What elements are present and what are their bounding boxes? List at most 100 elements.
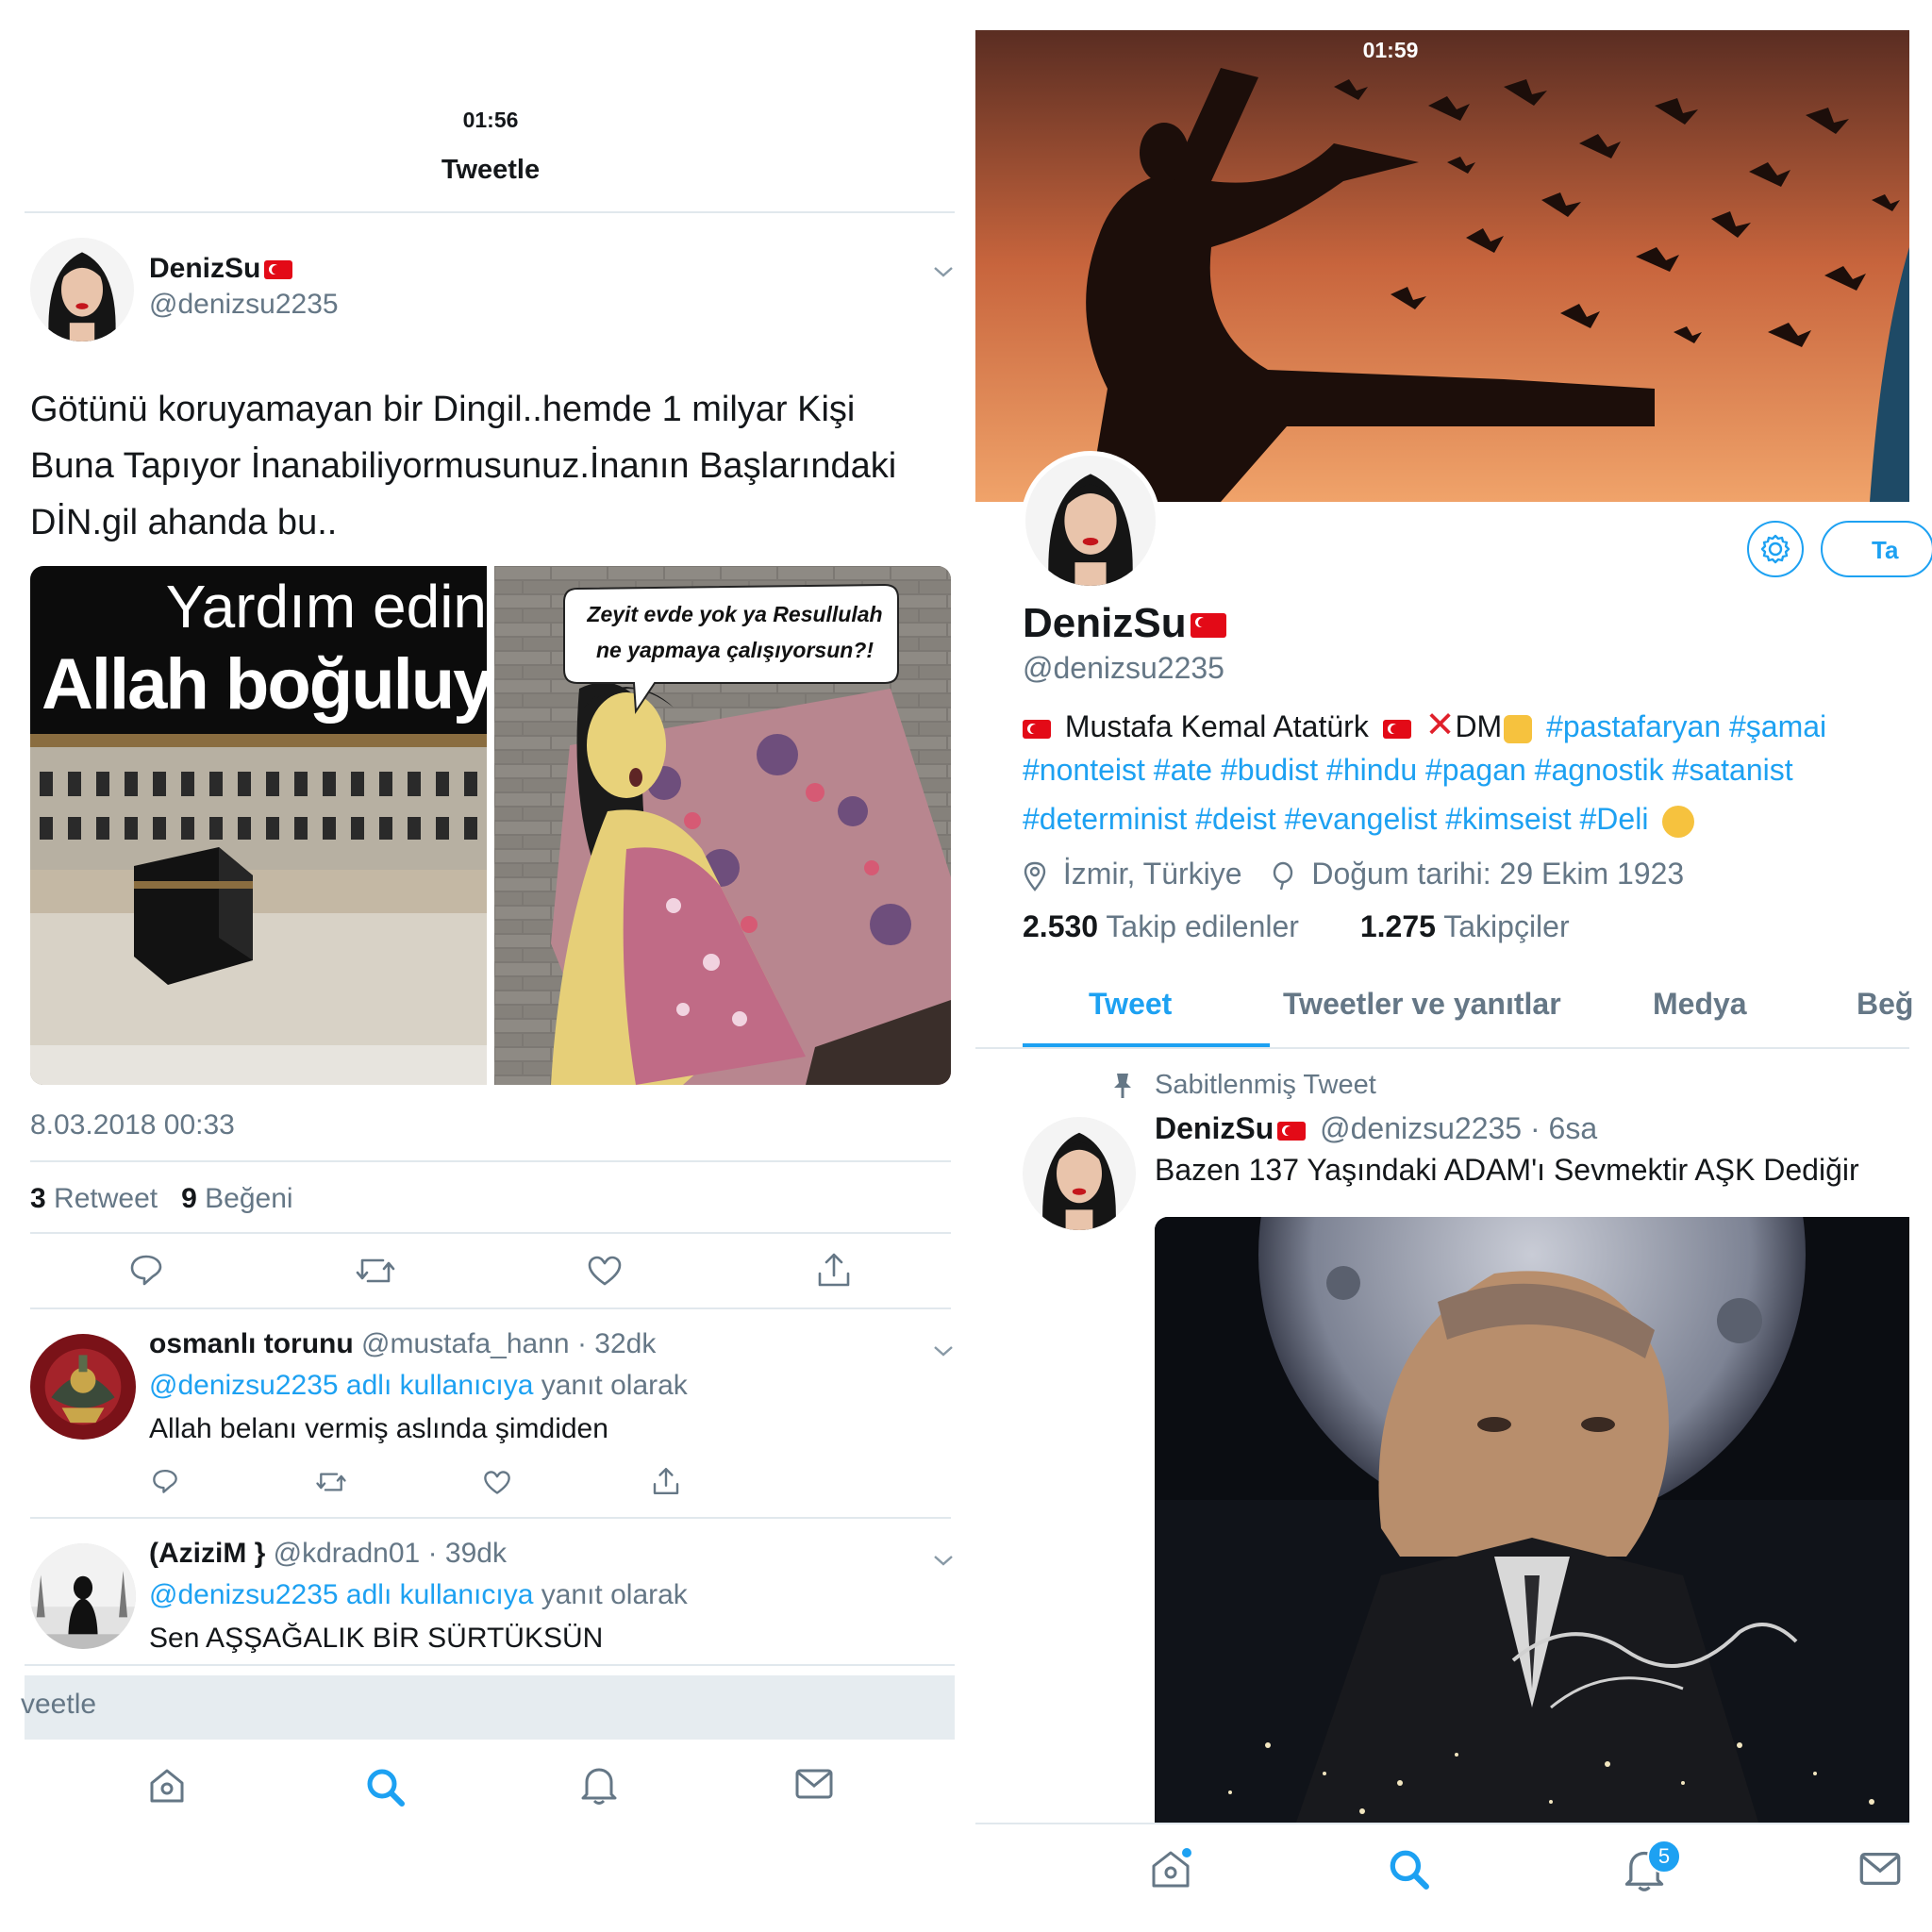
divider bbox=[30, 1517, 951, 1519]
right-screenshot: 01:59 Ta DenizSu @denizsu2235 Mustafa Ke… bbox=[975, 0, 1932, 1932]
header-divider bbox=[25, 211, 955, 213]
crazy-face-emoji-icon bbox=[1662, 805, 1695, 838]
profile-name: DenizSu bbox=[1023, 600, 1226, 647]
turkey-flag-icon bbox=[1190, 613, 1226, 639]
divider bbox=[30, 1160, 951, 1162]
tweet-image-right[interactable]: Zeyit evde yok ya Resullulah ne yapmaya … bbox=[494, 566, 951, 1085]
pinned-author-name[interactable]: DenizSu bbox=[1155, 1111, 1274, 1145]
turkey-flag-icon bbox=[264, 260, 293, 280]
reply-time: 39dk bbox=[444, 1538, 507, 1569]
avatar[interactable] bbox=[30, 1543, 136, 1649]
reply-icon[interactable] bbox=[151, 1468, 179, 1494]
turkey-flag-icon bbox=[1277, 1121, 1307, 1141]
page-title: Tweetle bbox=[441, 155, 541, 185]
settings-button[interactable] bbox=[1747, 521, 1804, 577]
bio-line-3: #determinist #deist #evangelist #kimseis… bbox=[1023, 797, 1932, 841]
followers-stat[interactable]: 1.275 Takipçiler bbox=[1360, 909, 1570, 943]
pinned-label: Sabitlenmiş Tweet bbox=[1155, 1070, 1376, 1100]
divider bbox=[25, 1664, 955, 1666]
status-time: 01:56 bbox=[462, 108, 519, 132]
pinned-tweet-text: Bazen 137 Yaşındaki ADAM'ı Sevmektir AŞK… bbox=[1155, 1153, 1859, 1187]
messages-icon[interactable] bbox=[1858, 1851, 1902, 1887]
reply-author-name[interactable]: osmanlı torunu bbox=[149, 1328, 354, 1359]
search-icon[interactable] bbox=[1387, 1847, 1430, 1890]
speech-bubble-line1: Zeyit evde yok ya Resullulah bbox=[587, 602, 883, 626]
tab-tweets[interactable]: Tweet bbox=[1089, 987, 1172, 1022]
balloon-icon bbox=[1271, 861, 1295, 891]
tweet-author-name[interactable]: DenizSu bbox=[149, 253, 293, 285]
reply-author-handle[interactable]: @kdradn01 bbox=[274, 1538, 421, 1569]
pin-icon bbox=[1111, 1072, 1134, 1100]
status-time: 01:59 bbox=[1362, 38, 1419, 62]
tab-likes[interactable]: Beğ bbox=[1857, 987, 1913, 1022]
pinned-handle-time[interactable]: @denizsu2235 · 6sa bbox=[1320, 1111, 1597, 1145]
following-stat[interactable]: 2.530 Takip edilenler bbox=[1023, 909, 1299, 943]
search-icon[interactable] bbox=[364, 1766, 406, 1807]
chevron-down-icon[interactable] bbox=[932, 1343, 955, 1358]
retweet-icon[interactable] bbox=[355, 1255, 396, 1287]
reply-context: @denizsu2235 adlı kullanıcıya yanıt olar… bbox=[149, 1370, 688, 1401]
divider bbox=[30, 1307, 951, 1309]
image-caption-line2: Allah boğuluy bbox=[42, 644, 487, 724]
profile-avatar[interactable] bbox=[1021, 451, 1160, 591]
pinned-tweet-image[interactable] bbox=[1155, 1217, 1909, 1823]
home-icon[interactable] bbox=[1149, 1847, 1192, 1890]
retweet-icon[interactable] bbox=[315, 1470, 347, 1494]
tweet-author-handle[interactable]: @denizsu2235 bbox=[149, 289, 339, 321]
notifications-icon[interactable] bbox=[579, 1764, 619, 1806]
image-caption-line1: Yardım edin bbox=[165, 573, 487, 641]
tab-media[interactable]: Medya bbox=[1653, 987, 1747, 1022]
left-screenshot: 01:56 Tweetle DenizSu @denizsu2235 Götün… bbox=[0, 0, 955, 1932]
tweet-timestamp: 8.03.2018 00:33 bbox=[30, 1109, 235, 1141]
like-icon[interactable] bbox=[483, 1470, 511, 1495]
bio-line-1: Mustafa Kemal Atatürk ✕DM #pastafaryan #… bbox=[1023, 704, 1932, 748]
reply-header: osmanlı torunu @mustafa_hann · 32dk bbox=[149, 1328, 657, 1359]
reply-author-handle[interactable]: @mustafa_hann bbox=[361, 1328, 570, 1359]
home-icon[interactable] bbox=[147, 1766, 187, 1806]
turkey-flag-icon bbox=[1382, 719, 1411, 739]
reply-to-link[interactable]: @denizsu2235 adlı kullanıcıya bbox=[149, 1370, 533, 1401]
turkey-flag-icon bbox=[1023, 719, 1051, 739]
share-icon[interactable] bbox=[651, 1466, 681, 1496]
profile-meta: İzmir, Türkiye Doğum tarihi: 29 Ekim 192… bbox=[1023, 857, 1684, 891]
profile-birthday: Doğum tarihi: 29 Ekim 1923 bbox=[1311, 857, 1685, 891]
thumbs-up-icon bbox=[1504, 714, 1533, 743]
profile-bio: Mustafa Kemal Atatürk ✕DM #pastafaryan #… bbox=[1023, 704, 1932, 841]
profile-handle: @denizsu2235 bbox=[1023, 651, 1224, 685]
tweet-text: Götünü koruyamayan bir Dingil..hemde 1 m… bbox=[30, 390, 897, 542]
gear-icon bbox=[1760, 534, 1790, 564]
profile-banner[interactable] bbox=[975, 30, 1909, 502]
reply-time: 32dk bbox=[594, 1328, 657, 1359]
bio-hashtags[interactable]: #pastafaryan #şamai bbox=[1546, 709, 1826, 743]
reply-text: Allah belanı vermiş aslında şimdiden bbox=[149, 1413, 608, 1444]
retweet-stat[interactable]: 3 Retweet bbox=[30, 1183, 158, 1214]
follow-button[interactable]: Ta bbox=[1821, 521, 1932, 577]
reply-icon[interactable] bbox=[128, 1253, 164, 1287]
notification-badge: 5 bbox=[1647, 1840, 1681, 1874]
avatar[interactable] bbox=[30, 1334, 136, 1440]
compose-placeholder[interactable]: veetle bbox=[21, 1689, 96, 1721]
speech-bubble-line2: ne yapmaya çalışıyorsun?! bbox=[595, 638, 874, 662]
pinned-tweet-header: DenizSu @denizsu2235 · 6sa bbox=[1155, 1111, 1597, 1146]
like-stat[interactable]: 9 Beğeni bbox=[181, 1183, 292, 1214]
like-icon[interactable] bbox=[587, 1255, 623, 1287]
bio-line-2[interactable]: #nonteist #ate #budist #hindu #pagan #ag… bbox=[1023, 748, 1932, 791]
tweet-stats: 3 Retweet 9 Beğeni bbox=[30, 1183, 293, 1215]
red-x-icon: ✕ bbox=[1424, 706, 1456, 745]
profile-stats: 2.530 Takip edilenler 1.275 Takipçiler bbox=[1023, 909, 1570, 944]
avatar[interactable] bbox=[30, 238, 134, 341]
reply-text: Sen AŞŞAĞALIK BİR SÜRTÜKSÜN bbox=[149, 1623, 604, 1654]
divider bbox=[975, 1047, 1909, 1049]
reply-to-link[interactable]: @denizsu2235 adlı kullanıcıya bbox=[149, 1579, 533, 1610]
reply-author-name[interactable]: (AziziM } bbox=[149, 1538, 265, 1569]
location-icon bbox=[1023, 861, 1047, 891]
tweet-image-left[interactable]: Yardım edin Allah boğuluy bbox=[30, 566, 487, 1085]
chevron-down-icon[interactable] bbox=[932, 1553, 955, 1568]
chevron-down-icon[interactable] bbox=[932, 264, 955, 279]
avatar[interactable] bbox=[1023, 1117, 1136, 1230]
tab-tweets-and-replies[interactable]: Tweetler ve yanıtlar bbox=[1283, 987, 1561, 1022]
share-icon[interactable] bbox=[815, 1251, 853, 1289]
messages-icon[interactable] bbox=[794, 1768, 834, 1800]
reply-context: @denizsu2235 adlı kullanıcıya yanıt olar… bbox=[149, 1579, 688, 1610]
compose-bar[interactable]: veetle bbox=[21, 1675, 955, 1740]
